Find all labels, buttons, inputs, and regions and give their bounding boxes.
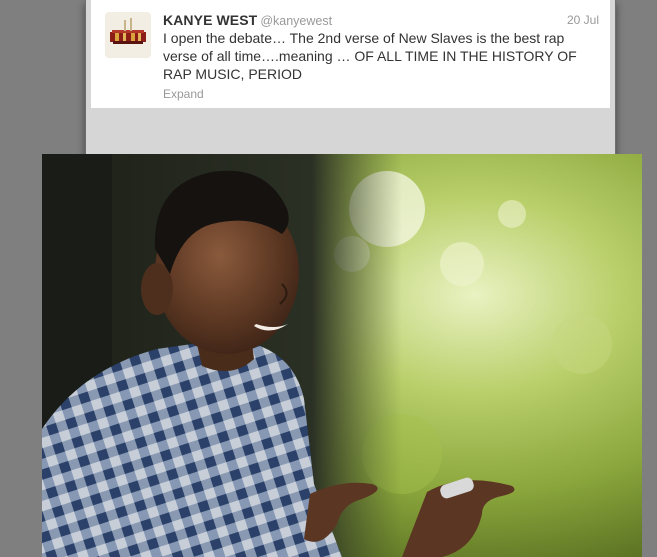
author-name[interactable]: KANYE WEST <box>163 12 257 28</box>
tweet-text: I open the debate… The 2nd verse of New … <box>163 30 577 82</box>
author-avatar[interactable] <box>105 12 151 58</box>
tweet-content: KANYE WEST @kanyewest 20 Jul I open the d… <box>163 12 603 103</box>
page: KANYE WEST @kanyewest 20 Jul I open the d… <box>0 0 657 557</box>
photo-image <box>42 154 642 557</box>
tweet-card[interactable]: KANYE WEST @kanyewest 20 Jul I open the d… <box>91 0 610 108</box>
tweet-timestamp[interactable]: 20 Jul <box>567 13 599 27</box>
expand-link[interactable]: Expand <box>163 87 204 101</box>
tweet-panel: KANYE WEST @kanyewest 20 Jul I open the d… <box>85 0 616 165</box>
author-handle[interactable]: @kanyewest <box>260 14 332 28</box>
tweet-header: KANYE WEST @kanyewest 20 Jul <box>163 12 603 28</box>
avatar-image <box>105 12 151 58</box>
embedded-photo[interactable] <box>42 154 642 557</box>
